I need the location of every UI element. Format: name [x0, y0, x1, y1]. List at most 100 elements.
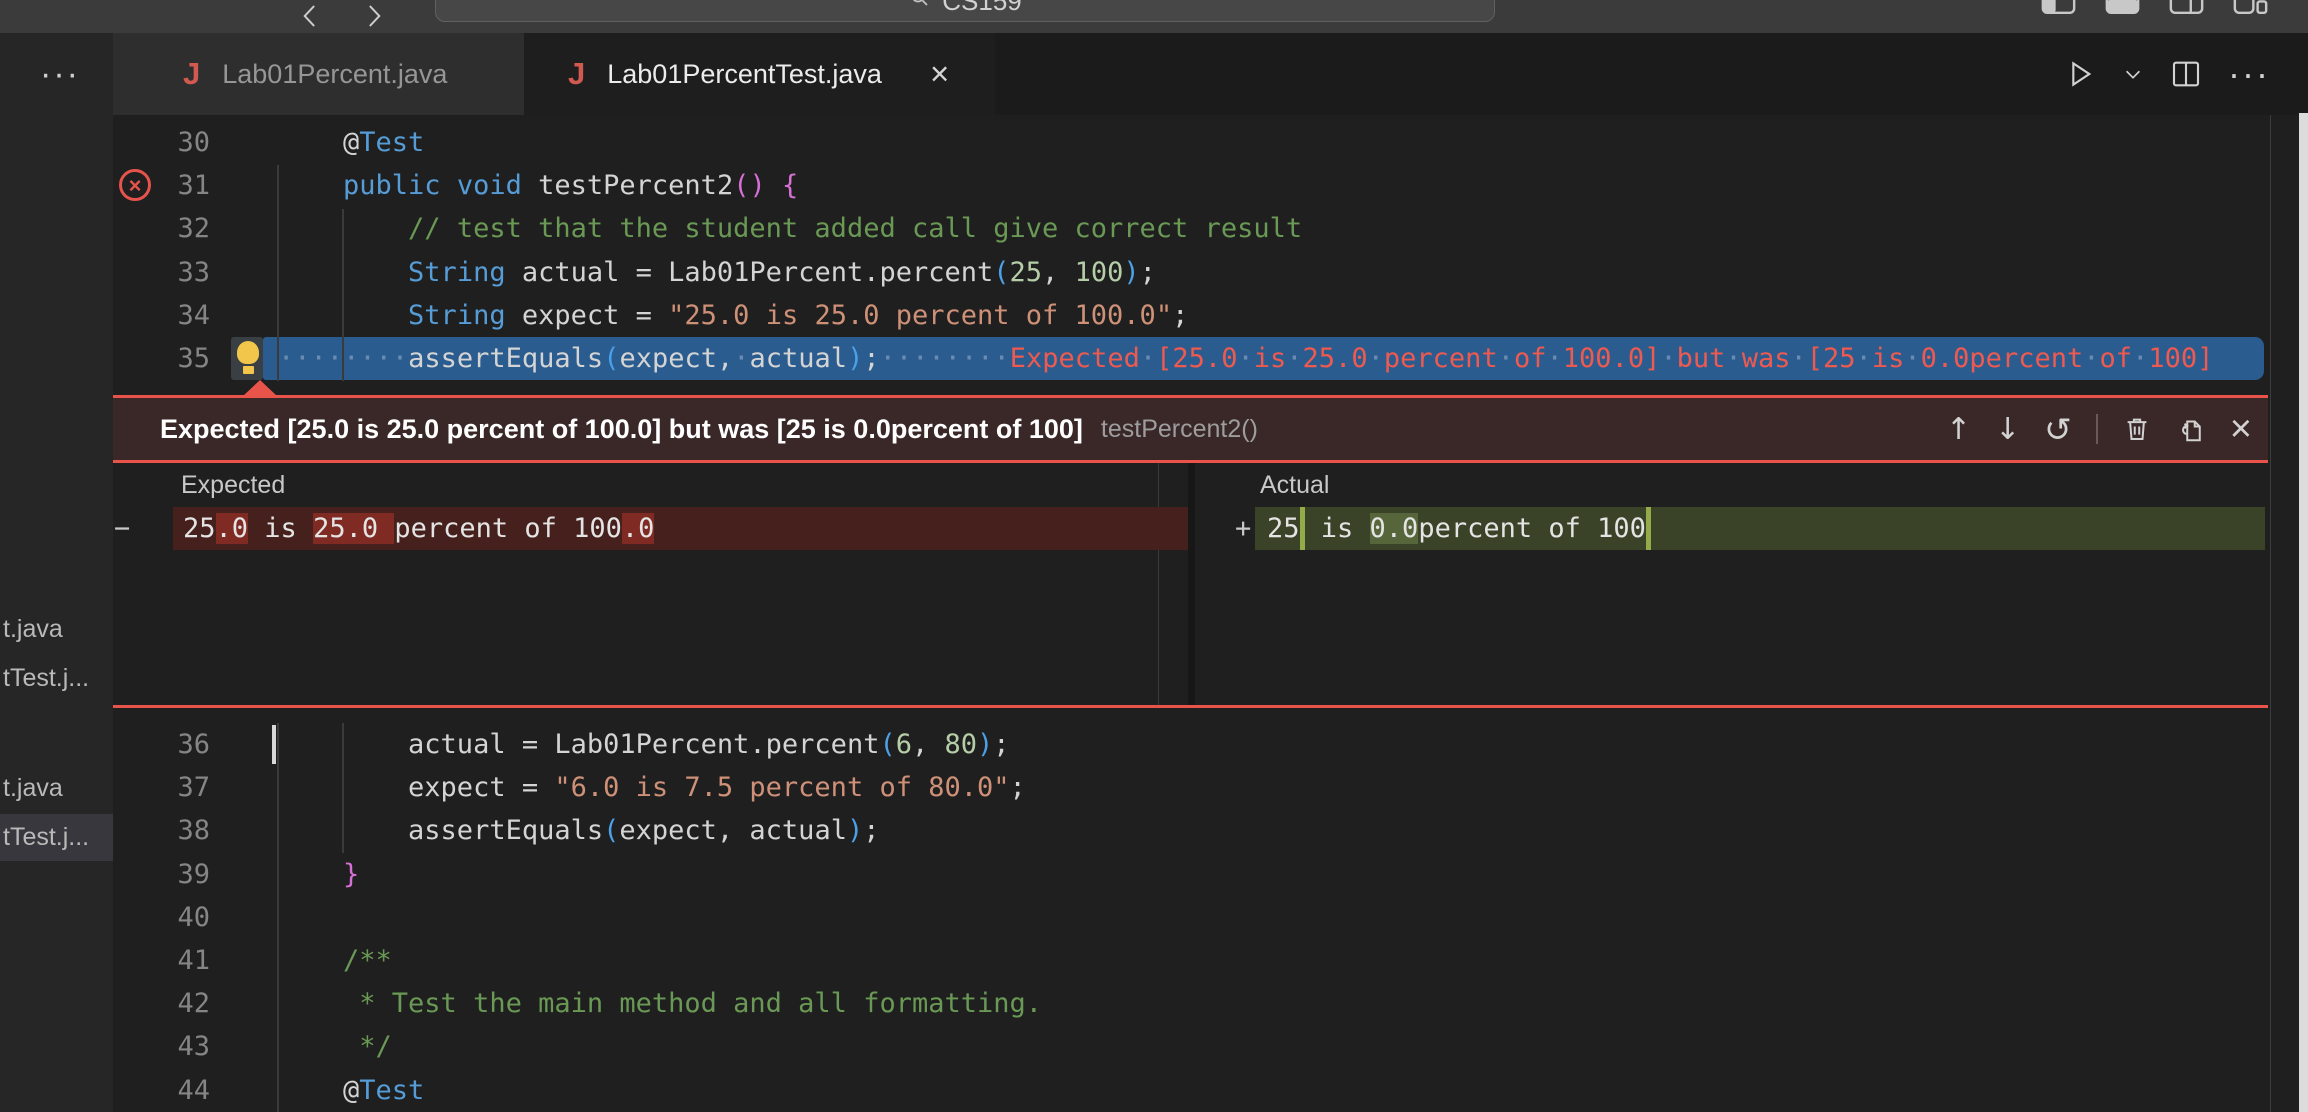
code-text[interactable]: @Test	[278, 121, 424, 164]
previous-failure-icon[interactable]: ↑	[1946, 412, 1971, 447]
code-text[interactable]: }	[278, 853, 359, 896]
code-line[interactable]: ×31 public void testPercent2() {	[113, 164, 2270, 207]
code-line[interactable]: 36 actual = Lab01Percent.percent(6, 80);	[113, 723, 2270, 766]
sidebar-file-item[interactable]: tTest.j...	[0, 655, 113, 702]
code-line[interactable]: 43 */	[113, 1025, 2270, 1068]
command-center-search[interactable]: CS159	[435, 0, 1495, 22]
actual-panel: Actual + 25 is 0.0percent of 100	[1195, 463, 2268, 705]
code-text[interactable]: @Test	[278, 1069, 424, 1112]
next-failure-icon[interactable]: ↓	[1995, 412, 2020, 447]
run-button[interactable]	[2064, 58, 2096, 90]
line-number: 38	[113, 809, 278, 852]
diff-text-segment: is	[248, 513, 313, 544]
code-text[interactable]: */	[278, 1025, 392, 1068]
code-editor[interactable]: 30 @Test×31 public void testPercent2() {…	[113, 115, 2270, 1112]
tab-lab01percent[interactable]: J Lab01Percent.java	[113, 33, 524, 115]
expected-diff-line[interactable]: − 25.0 is 25.0 percent of 100.0	[113, 507, 1188, 550]
code-text[interactable]: /**	[278, 939, 392, 982]
test-history-icon[interactable]: ↺	[2044, 410, 2072, 449]
line-number: 34	[113, 294, 278, 337]
run-dropdown-chevron-icon[interactable]	[2122, 63, 2144, 85]
tab-lab01percenttest[interactable]: J Lab01PercentTest.java ×	[524, 33, 995, 115]
actual-label: Actual	[1260, 471, 1329, 500]
peek-anchor-arrow	[243, 380, 277, 396]
code-line[interactable]: 41 /**	[113, 939, 2270, 982]
lightbulb-icon[interactable]	[237, 341, 259, 377]
code-text[interactable]: String actual = Lab01Percent.percent(25,…	[278, 251, 1156, 294]
line-number: 32	[113, 207, 278, 250]
diff-text-segment: 25	[183, 513, 216, 544]
editor-actions: ···	[2064, 33, 2270, 115]
diff-text-segment: percent of 100	[1418, 513, 1646, 544]
code-line[interactable]: 30 @Test	[113, 121, 2270, 164]
toggle-panel-icon[interactable]	[2104, 0, 2141, 21]
code-text[interactable]: String expect = "25.0 is 25.0 percent of…	[278, 294, 1188, 337]
code-line[interactable]: 42 * Test the main method and all format…	[113, 982, 2270, 1025]
code-line[interactable]: 38 assertEquals(expect, actual);	[113, 809, 2270, 852]
peek-bottom-border	[113, 705, 2268, 708]
code-line[interactable]: 35········assertEquals(expect,·actual);·…	[113, 337, 2270, 380]
toggle-primary-sidebar-icon[interactable]	[2040, 0, 2077, 21]
line-number: 36	[113, 723, 278, 766]
diff-changed-segment: 0.0	[1370, 513, 1419, 544]
vscode-window: CS159 ··· J Lab01Percent.java J	[0, 0, 2308, 1112]
background-window-edge	[2299, 113, 2308, 1112]
line-number: 30	[113, 121, 278, 164]
code-line[interactable]: 33 String actual = Lab01Percent.percent(…	[113, 251, 2270, 294]
insertion-gutter-sign: +	[1235, 507, 1251, 550]
navigate-forward-button[interactable]	[358, 1, 388, 31]
split-editor-icon[interactable]	[2170, 58, 2202, 90]
diff-changed-segment: .0	[622, 513, 655, 544]
code-text[interactable]: // test that the student added call give…	[278, 207, 1302, 250]
code-text[interactable]: * Test the main method and all formattin…	[278, 982, 1042, 1025]
diff-changed-segment	[1646, 507, 1651, 550]
editor-more-actions-icon[interactable]: ···	[2228, 53, 2270, 95]
code-text[interactable]: public void testPercent2() {	[278, 164, 798, 207]
code-line[interactable]: 34 String expect = "25.0 is 25.0 percent…	[113, 294, 2270, 337]
code-text[interactable]: ········assertEquals(expect,·actual);···…	[278, 337, 2213, 380]
code-line[interactable]: 40	[113, 896, 2270, 939]
deletion-gutter-sign: −	[114, 507, 130, 550]
peek-diff-body: Expected − 25.0 is 25.0 percent of 100.0…	[113, 463, 2268, 705]
toggle-secondary-sidebar-icon[interactable]	[2168, 0, 2205, 21]
search-icon	[908, 0, 932, 17]
diff-sash[interactable]	[1188, 463, 1195, 705]
command-center-query: CS159	[942, 0, 1022, 17]
navigate-back-button[interactable]	[296, 1, 326, 31]
line-number: 39	[113, 853, 278, 896]
expected-panel: Expected − 25.0 is 25.0 percent of 100.0	[113, 463, 1188, 705]
sidebar-file-item[interactable]: t.java	[0, 606, 113, 653]
explorer-sidebar: t.javatTest.j...t.javatTest.j...	[0, 115, 113, 1112]
line-number: 37	[113, 766, 278, 809]
actual-diff-line[interactable]: + 25 is 0.0percent of 100	[1195, 507, 2268, 550]
code-text[interactable]: assertEquals(expect, actual);	[278, 809, 879, 852]
line-number: 44	[113, 1069, 278, 1112]
titlebar: CS159	[0, 0, 2308, 33]
code-line[interactable]: 37 expect = "6.0 is 7.5 percent of 80.0"…	[113, 766, 2270, 809]
code-line[interactable]: 32 // test that the student added call g…	[113, 207, 2270, 250]
code-text[interactable]: actual = Lab01Percent.percent(6, 80);	[278, 723, 1010, 766]
code-line[interactable]: 44 @Test	[113, 1069, 2270, 1112]
code-text[interactable]: expect = "6.0 is 7.5 percent of 80.0";	[278, 766, 1026, 809]
open-in-file-icon[interactable]	[2176, 414, 2206, 444]
test-failure-gutter-icon[interactable]: ×	[119, 169, 151, 201]
java-file-icon: J	[568, 56, 585, 92]
diff-text-segment: percent of 100	[394, 513, 622, 544]
clear-results-trash-icon[interactable]	[2122, 414, 2152, 444]
diff-text-segment: is	[1305, 513, 1370, 544]
tab-close-icon[interactable]: ×	[930, 55, 949, 93]
text-cursor	[272, 725, 276, 764]
sidebar-file-item[interactable]: t.java	[0, 765, 113, 812]
diff-changed-segment: .0	[216, 513, 249, 544]
java-file-icon: J	[183, 56, 200, 92]
code-line[interactable]: 39 }	[113, 853, 2270, 896]
line-number: 42	[113, 982, 278, 1025]
tab-bar: ··· J Lab01Percent.java J Lab01PercentTe…	[0, 33, 2308, 115]
sidebar-file-item[interactable]: tTest.j...	[0, 814, 113, 861]
peek-context: testPercent2()	[1101, 415, 1258, 444]
editor-scrollbar-edge[interactable]	[2270, 115, 2271, 1112]
line-number: 33	[113, 251, 278, 294]
customize-layout-icon[interactable]	[2232, 0, 2269, 21]
test-failure-peek: Expected [25.0 is 25.0 percent of 100.0]…	[113, 395, 2268, 708]
peek-header: Expected [25.0 is 25.0 percent of 100.0]…	[113, 398, 2268, 460]
